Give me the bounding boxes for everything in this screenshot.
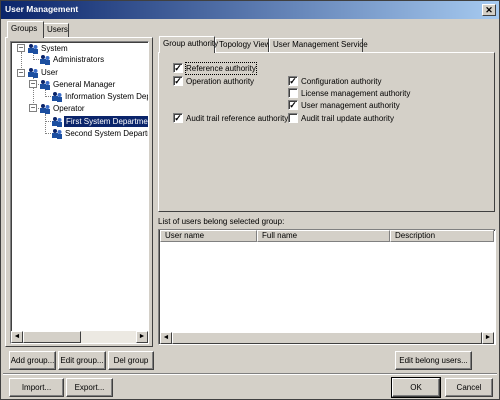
operator-expander[interactable]: − (29, 104, 37, 112)
general-manager-expander[interactable]: − (29, 80, 37, 88)
export-button[interactable]: Export... (66, 378, 113, 397)
tab-group-authority[interactable]: Group authority (159, 36, 219, 53)
scroll-thumb[interactable] (172, 332, 482, 344)
checkbox-label: Reference authority (185, 62, 257, 75)
tab-user-management-service-label: User Management Service (273, 40, 368, 49)
checkbox-box (288, 113, 298, 123)
column-header-user-name[interactable]: User name (160, 230, 257, 242)
user-expander[interactable]: − (17, 69, 25, 77)
checkbox-box: ✓ (173, 76, 183, 86)
tab-topology-view[interactable]: Topology View (215, 38, 271, 52)
checkbox-label: User management authority (301, 101, 400, 110)
tree-label: Administrators (53, 55, 105, 64)
scroll-thumb[interactable] (23, 331, 81, 343)
column-header-full-name[interactable]: Full name (257, 230, 390, 242)
ok-button[interactable]: OK (391, 377, 441, 398)
scroll-right-button[interactable]: ► (482, 332, 494, 344)
scroll-left-button[interactable]: ◄ (11, 331, 23, 343)
add-group-button[interactable]: Add group... (9, 351, 56, 370)
scroll-right-button[interactable]: ► (136, 331, 148, 343)
window-title: User Management (5, 4, 79, 14)
edit-group-button[interactable]: Edit group... (58, 351, 106, 370)
tree-label: System (41, 44, 68, 53)
users-list-horizontal-scrollbar[interactable]: ◄ ► (160, 332, 494, 344)
checkbox-box: ✓ (288, 100, 298, 110)
user-management-window: User Management ✕ Groups Users − System … (0, 0, 500, 400)
scroll-left-button[interactable]: ◄ (160, 332, 172, 344)
tree-label: User (41, 68, 58, 77)
users-list[interactable]: User name Full name Description ◄ ► (158, 229, 496, 345)
checkbox-label: License management authority (301, 89, 411, 98)
cancel-button[interactable]: Cancel (445, 378, 493, 397)
column-header-description[interactable]: Description (390, 230, 494, 242)
groups-panel: − System Administrators − User − General… (5, 37, 153, 347)
group-icon (52, 117, 62, 127)
group-icon (28, 68, 38, 78)
tab-users[interactable]: Users (43, 23, 69, 37)
tab-groups[interactable]: Groups (7, 21, 44, 38)
tab-groups-label: Groups (11, 24, 38, 33)
group-icon (52, 92, 62, 102)
group-icon (40, 80, 50, 90)
import-button[interactable]: Import... (9, 378, 64, 397)
group-icon (28, 44, 38, 54)
close-button[interactable]: ✕ (482, 4, 496, 16)
checkbox-label: Operation authority (186, 77, 255, 86)
tree-label: Operator (53, 104, 85, 113)
tab-group-authority-label: Group authority (163, 39, 219, 48)
tab-users-label: Users (47, 25, 68, 34)
tree-label: Second System Department (65, 129, 148, 138)
checkbox-label: Configuration authority (301, 77, 382, 86)
edit-belong-users-button[interactable]: Edit belong users... (395, 351, 472, 370)
footer-divider (3, 373, 497, 375)
tree-label-selected: First System Department (64, 116, 148, 127)
title-bar[interactable]: User Management ✕ (1, 1, 499, 19)
group-icon (52, 129, 62, 139)
tab-user-management-service[interactable]: User Management Service (269, 38, 368, 52)
del-group-button[interactable]: Del group (108, 351, 154, 370)
checkbox-box: ✓ (288, 76, 298, 86)
users-list-caption: List of users belong selected group: (158, 217, 285, 226)
tree-label: Information System Department (65, 92, 148, 101)
checkbox-label: Audit trail update authority (301, 114, 394, 123)
checkbox-label: Audit trail reference authority (186, 114, 289, 123)
checkbox-box (288, 88, 298, 98)
system-expander[interactable]: − (17, 44, 25, 52)
tree-label: General Manager (53, 80, 116, 89)
group-tree[interactable]: − System Administrators − User − General… (10, 41, 149, 344)
tab-topology-view-label: Topology View (219, 40, 271, 49)
group-icon (40, 55, 50, 65)
tree-horizontal-scrollbar[interactable]: ◄ ► (11, 331, 148, 343)
checkbox-box: ✓ (173, 63, 183, 73)
checkbox-box: ✓ (173, 113, 183, 123)
group-icon (40, 104, 50, 114)
group-authority-panel: ✓ Reference authority ✓ Operation author… (158, 52, 495, 212)
